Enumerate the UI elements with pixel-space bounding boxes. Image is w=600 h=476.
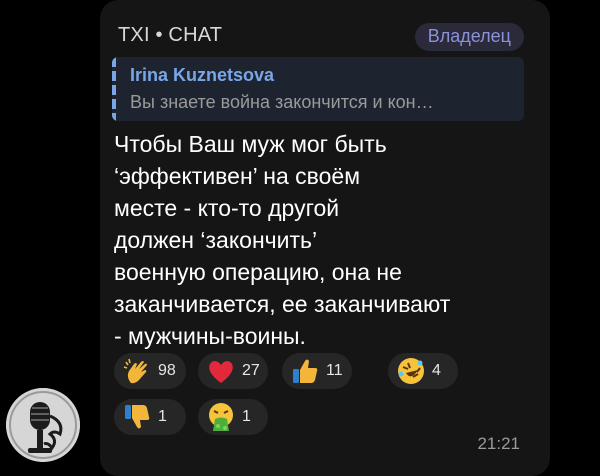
message-line: должен ‘закончить’	[114, 227, 318, 253]
chat-screen: TXI • CHAT Владелец Irina Kuznetsova Вы …	[0, 0, 600, 476]
reply-accent-bar	[112, 57, 116, 121]
message-time: 21:21	[477, 434, 520, 453]
message-bubble[interactable]: TXI • CHAT Владелец Irina Kuznetsova Вы …	[100, 0, 550, 476]
vomiting-face-icon	[209, 403, 233, 431]
clapping-hands-icon	[123, 358, 147, 384]
reaction-rolling-laugh[interactable]: 4	[388, 353, 458, 389]
reaction-count: 98	[158, 362, 176, 379]
reaction-heart[interactable]: 27	[198, 353, 268, 389]
thumbs-up-icon	[293, 359, 318, 383]
message-line: военную операцию, она не	[114, 259, 402, 285]
message-text: Чтобы Ваш муж мог быть ‘эффективен’ на с…	[114, 128, 534, 352]
message-line: ‘эффективен’ на своём	[114, 163, 361, 189]
reaction-thumbs-down[interactable]: 1	[114, 399, 186, 435]
thumbs-down-icon	[125, 405, 150, 429]
rolling-laughing-icon	[398, 358, 424, 384]
message-line: заканчивается, ее заканчивают	[114, 291, 451, 317]
reaction-count: 4	[432, 362, 441, 379]
sender-avatar[interactable]	[6, 388, 80, 462]
reaction-count: 27	[242, 362, 260, 379]
reaction-count: 1	[242, 408, 251, 425]
red-heart-icon	[209, 361, 233, 383]
microphone-avatar-icon	[6, 388, 80, 462]
message-header: TXI • CHAT Владелец	[118, 23, 532, 51]
message-line: Чтобы Ваш муж мог быть	[114, 131, 387, 157]
reply-quote[interactable]: Irina Kuznetsova Вы знаете война закончи…	[112, 57, 524, 121]
message-line: месте - кто-то другой	[114, 195, 340, 221]
message-line: - мужчины-воины.	[114, 323, 306, 349]
reply-author: Irina Kuznetsova	[130, 65, 275, 85]
reaction-count: 11	[326, 362, 343, 379]
sender-name[interactable]: TXI • CHAT	[118, 24, 222, 47]
reply-text: Вы знаете война закончится и кон…	[130, 92, 434, 112]
reaction-count: 1	[158, 408, 167, 425]
reaction-thumbs-up[interactable]: 11	[282, 353, 352, 389]
reaction-vomit[interactable]: 1	[198, 399, 268, 435]
reaction-clap[interactable]: 98	[114, 353, 186, 389]
role-badge: Владелец	[414, 23, 524, 51]
